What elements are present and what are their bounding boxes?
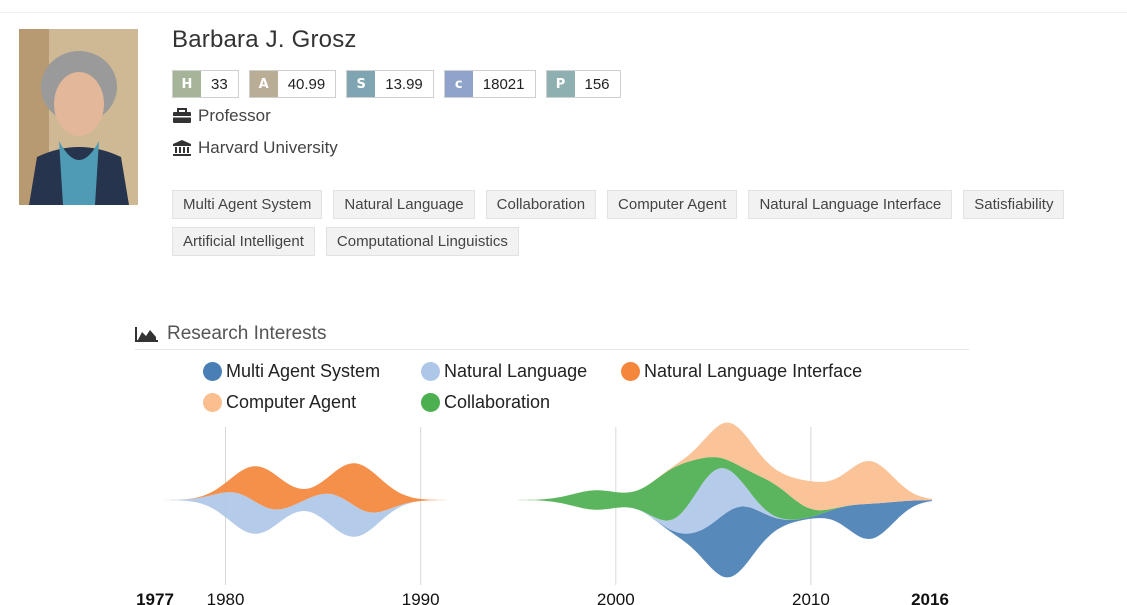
research-streamgraph: 1977 1980 1990 2000 2010 2016 [118,422,949,605]
chart-x-axis: 1977 1980 1990 2000 2010 2016 [136,590,949,605]
legend-label: Computer Agent [226,392,357,412]
tag-multi-agent-system[interactable]: Multi Agent System [172,190,323,219]
tag-row: Multi Agent System Natural Language Coll… [172,190,1127,219]
legend-label: Collaboration [444,392,551,412]
tag-computational-linguistics[interactable]: Computational Linguistics [325,227,519,256]
x-tick-label: 2000 [597,590,635,605]
position-row: Professor [172,106,271,126]
legend-item[interactable]: Multi Agent System [203,361,380,382]
research-interests-title: Research Interests [167,322,327,344]
tag-computer-agent[interactable]: Computer Agent [607,190,738,219]
tag-artificial-intelligent[interactable]: Artificial Intelligent [172,227,315,256]
legend-dot-icon [203,362,222,381]
profile-name: Barbara J. Grosz [172,26,357,53]
person-photo-icon [19,29,138,205]
affiliation-text: Harvard University [198,138,338,157]
tag-row: Artificial Intelligent Computational Lin… [172,227,1127,256]
metric-sociability: S 13.99 [346,70,434,98]
metric-p-value: 156 [584,75,610,93]
legend-item[interactable]: Natural Language [421,361,587,382]
stream-natural-language[interactable] [118,492,519,537]
metric-citations: c 18021 [443,70,536,98]
metric-a-value: 40.99 [287,75,326,93]
metric-c-value: 18021 [482,75,525,93]
legend-label: Natural Language Interface [644,361,863,381]
legend-dot-icon [203,393,222,412]
tag-natural-language-interface[interactable]: Natural Language Interface [748,190,953,219]
briefcase-icon [173,108,191,123]
metric-a-key: A [249,71,278,97]
institution-icon [173,140,191,156]
chart-streams [118,422,932,578]
legend-item[interactable]: Natural Language Interface [621,361,862,382]
area-chart-icon [135,326,158,342]
research-interests-header: Research Interests [135,318,969,350]
affiliation-row: Harvard University [172,138,338,158]
metric-c-key: c [444,71,473,97]
metric-h-value: 33 [211,75,228,93]
tag-satisfiability[interactable]: Satisfiability [963,190,1065,219]
legend-label: Natural Language [444,361,588,381]
legend-dot-icon [421,393,440,412]
metric-papers: P 156 [545,70,621,98]
x-tick-label: 1977 [136,590,174,605]
legend-dot-icon [621,362,640,381]
x-tick-label: 2010 [792,590,830,605]
x-tick-label: 1990 [402,590,440,605]
metric-h-index: H 33 [172,70,239,98]
legend-item[interactable]: Collaboration [421,392,550,413]
profile-photo [19,29,138,205]
interest-tags: Multi Agent System Natural Language Coll… [172,190,1127,264]
top-divider [0,12,1127,13]
legend-dot-icon [421,362,440,381]
position-text: Professor [198,106,271,125]
metric-p-key: P [546,71,575,97]
metric-activity: A 40.99 [248,70,337,98]
tag-collaboration[interactable]: Collaboration [485,190,597,219]
tag-natural-language[interactable]: Natural Language [333,190,475,219]
metric-s-key: S [347,71,376,97]
metrics-bar: H 33 A 40.99 S 13.99 c 18021 P 156 [172,70,621,98]
x-tick-label: 1980 [207,590,245,605]
legend-label: Multi Agent System [226,361,381,381]
legend-item[interactable]: Computer Agent [203,392,356,413]
metric-s-value: 13.99 [385,75,423,93]
metric-h-key: H [173,71,201,97]
x-tick-label: 2016 [911,590,949,605]
